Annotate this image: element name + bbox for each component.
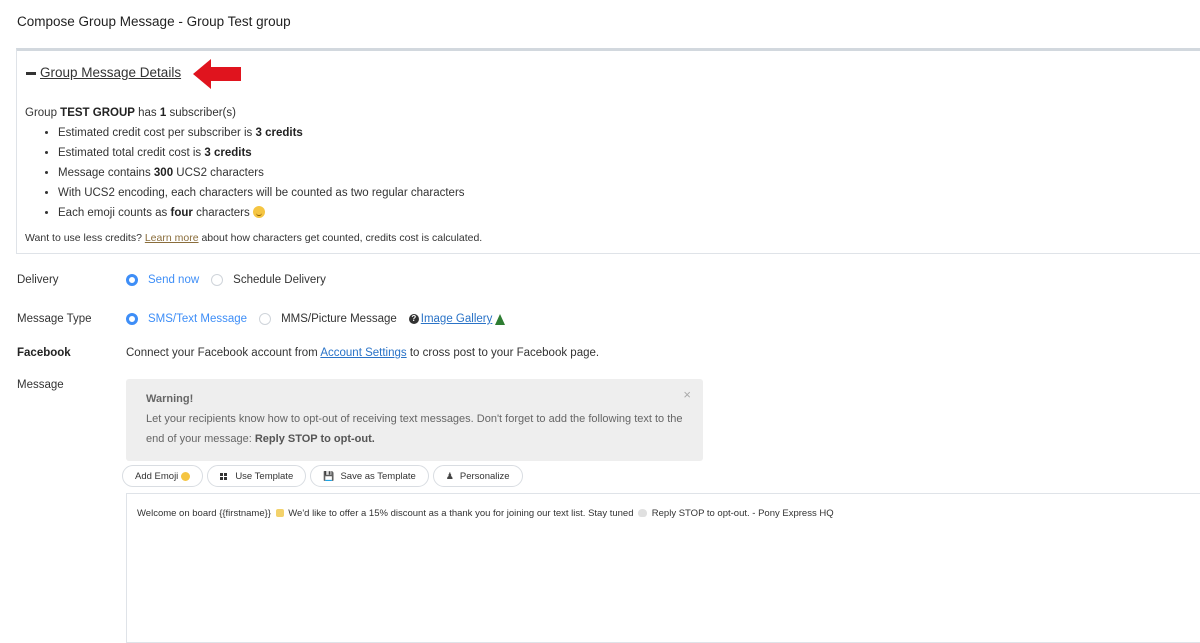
facebook-connect-text: Connect your Facebook account from Accou… [126,347,600,359]
delivery-options: Send now Schedule Delivery [126,274,326,286]
floppy-disk-icon: 💾 [323,470,335,481]
crown-emoji-icon [275,509,284,517]
heart-emoji-icon [638,509,648,517]
sms-label[interactable]: SMS/Text Message [148,313,247,325]
sms-radio[interactable] [126,313,138,325]
list-item: Estimated total credit cost is 3 credits [58,143,465,163]
list-item: Message contains 300 UCS2 characters [58,163,465,183]
send-now-radio[interactable] [126,274,138,286]
message-toolbar: Add Emoji Use Template 💾 Save as Templat… [122,465,523,487]
message-textarea[interactable]: Welcome on board {{firstname}} We'd like… [126,493,1200,643]
save-as-template-button[interactable]: 💾 Save as Template [310,465,429,487]
list-item: Estimated credit cost per subscriber is … [58,123,465,143]
send-now-label[interactable]: Send now [148,274,199,286]
mms-label[interactable]: MMS/Picture Message [281,313,397,325]
opt-out-warning: Warning! Let your recipients know how to… [126,379,703,461]
red-arrow-icon [193,59,241,89]
warning-title: Warning! [146,393,194,405]
group-summary: Group TEST GROUP has 1 subscriber(s) Est… [25,103,465,223]
list-item: With UCS2 encoding, each characters will… [58,183,465,203]
credit-info-list: Estimated credit cost per subscriber is … [25,123,465,223]
panel-title-link[interactable]: Group Message Details [40,65,181,80]
learn-more-link[interactable]: Learn more [145,232,199,244]
message-label: Message [17,379,64,391]
user-icon: ♟ [445,470,454,481]
add-emoji-button[interactable]: Add Emoji [122,465,204,487]
group-message-details-panel: Group Message Details Group TEST GROUP h… [16,48,1200,254]
image-gallery-link[interactable]: Image Gallery [421,313,493,325]
schedule-delivery-label[interactable]: Schedule Delivery [233,274,326,286]
facebook-label: Facebook [17,347,71,359]
message-type-label: Message Type [17,313,92,325]
close-icon[interactable]: × [683,385,691,405]
credits-hint: Want to use less credits? Learn more abo… [25,232,483,244]
grid-icon [220,472,228,480]
warning-text: Let your recipients know how to opt-out … [146,413,683,445]
message-type-options: SMS/Text Message MMS/Picture Message ? I… [126,313,506,325]
delivery-label: Delivery [17,274,59,286]
tree-icon [495,313,506,325]
wink-emoji-icon [252,206,265,218]
page-title: Compose Group Message - Group Test group [17,14,291,29]
use-template-button[interactable]: Use Template [207,465,307,487]
group-name: TEST GROUP [60,107,135,119]
personalize-button[interactable]: ♟ Personalize [432,465,523,487]
panel-header[interactable]: Group Message Details [26,65,181,80]
schedule-delivery-radio[interactable] [211,274,224,286]
collapse-minus-icon[interactable] [26,71,36,75]
account-settings-link[interactable]: Account Settings [320,347,406,359]
group-line: Group TEST GROUP has 1 subscriber(s) [25,107,236,119]
mms-radio[interactable] [259,313,272,325]
subscriber-count: 1 [159,107,167,119]
question-circle-icon: ? [408,314,419,324]
list-item: Each emoji counts as four characters [58,203,465,223]
smile-emoji-icon [181,471,191,481]
